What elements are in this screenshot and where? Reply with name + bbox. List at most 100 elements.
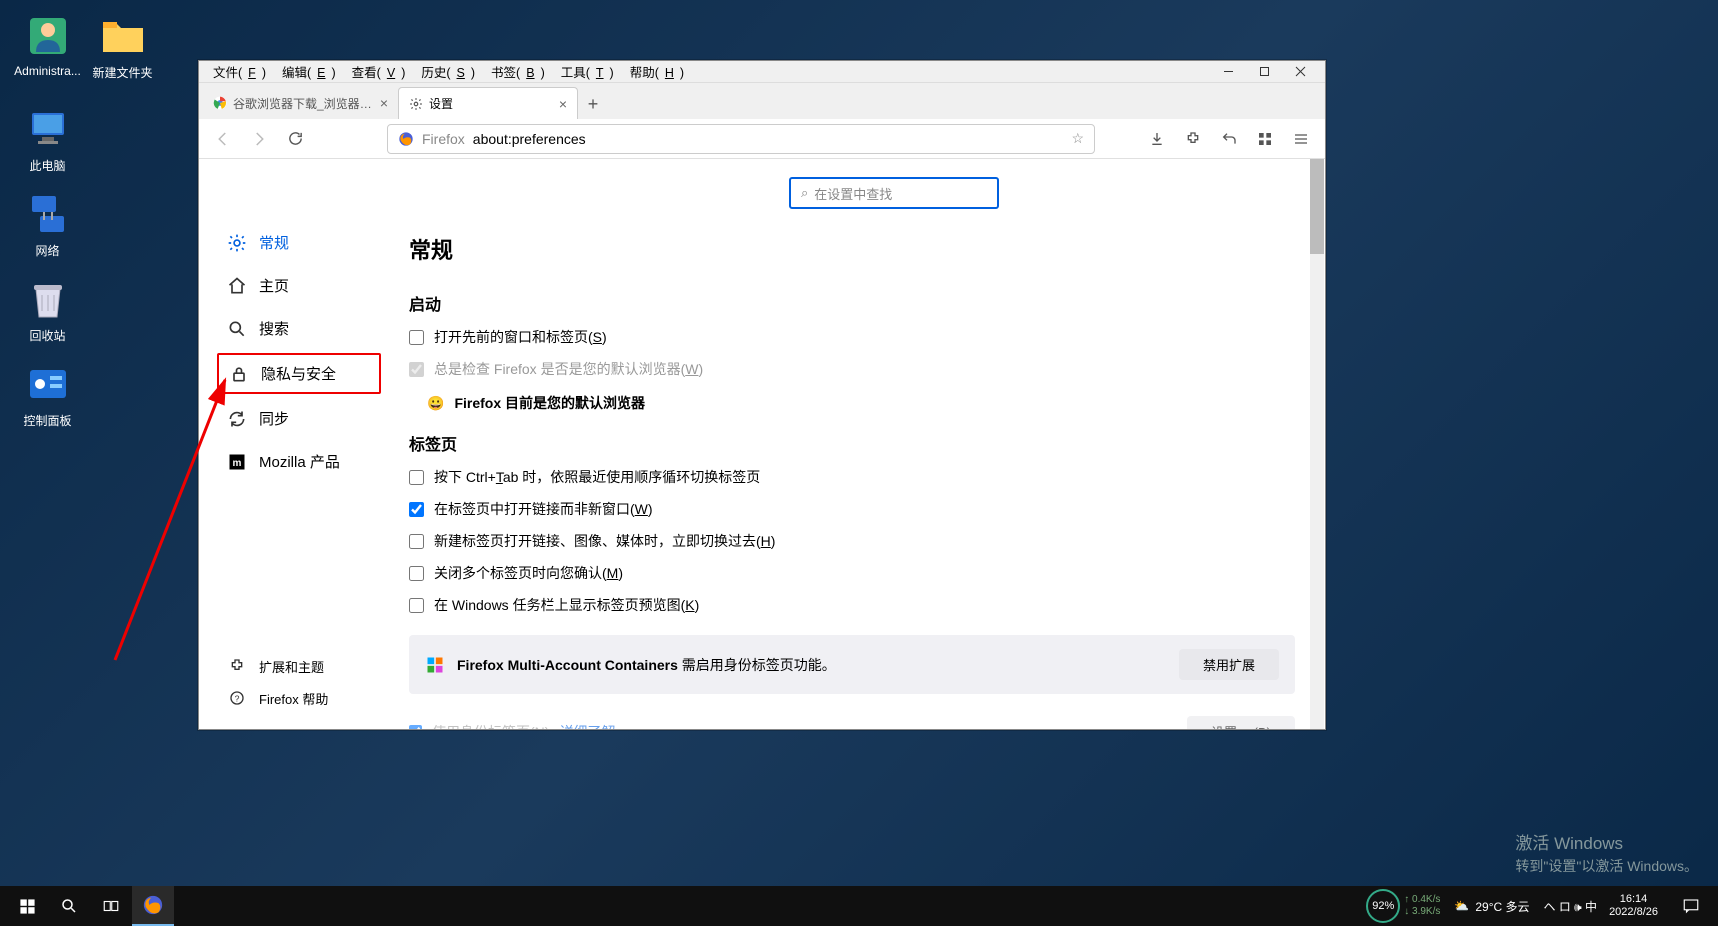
taskbar-firefox[interactable] xyxy=(132,886,174,926)
desktop-icon-network[interactable]: 网络 xyxy=(10,190,85,259)
urlbar-prefix: Firefox xyxy=(422,131,465,147)
menu-file[interactable]: 文件(F) xyxy=(207,60,272,83)
desktop-icon-this-pc[interactable]: 此电脑 xyxy=(10,105,85,174)
gear-icon xyxy=(409,97,423,111)
new-tab-button[interactable]: + xyxy=(578,89,608,119)
desktop-icon-label: Administra... xyxy=(14,64,81,78)
sidebar-item-label: 扩展和主题 xyxy=(259,657,324,676)
window-maximize-button[interactable] xyxy=(1247,62,1281,82)
learn-more-link[interactable]: 详细了解 xyxy=(559,722,615,730)
menu-tools[interactable]: 工具(T) xyxy=(555,60,620,83)
desktop-icon-label: 回收站 xyxy=(29,329,65,343)
url-bar[interactable]: Firefox about:preferences ☆ xyxy=(387,124,1095,154)
tab-close-icon[interactable]: × xyxy=(380,95,388,111)
task-view-button[interactable] xyxy=(90,886,132,926)
extension-notice: Firefox Multi-Account Containers 需启用身份标签… xyxy=(409,635,1295,694)
desktop-icon-label: 控制面板 xyxy=(23,414,71,428)
checkbox-open-links-tabs[interactable]: 在标签页中打开链接而非新窗口(W) xyxy=(409,499,1295,519)
sidebar-item-label: 主页 xyxy=(259,275,289,296)
search-placeholder: 在设置中查找 xyxy=(814,184,892,203)
sidebar-item-label: 隐私与安全 xyxy=(261,363,336,384)
windows-activation-watermark: 激活 Windows 转到"设置"以激活 Windows。 xyxy=(1515,829,1698,876)
menu-edit[interactable]: 编辑(E) xyxy=(276,60,342,83)
extension-name: Firefox Multi-Account Containers xyxy=(457,657,678,673)
menu-history[interactable]: 历史(S) xyxy=(415,60,481,83)
tab-settings[interactable]: 设置 × xyxy=(398,87,578,119)
extensions-button[interactable] xyxy=(1179,125,1207,153)
disable-extension-button[interactable]: 禁用扩展 xyxy=(1179,649,1279,680)
action-center-button[interactable] xyxy=(1670,886,1712,926)
sidebar-item-label: 同步 xyxy=(259,408,289,429)
menu-bookmarks[interactable]: 书签(B) xyxy=(485,60,551,83)
section-heading-startup: 启动 xyxy=(409,291,1295,315)
sidebar-item-extensions[interactable]: 扩展和主题 xyxy=(217,651,387,681)
truncated-label: 使用身份标签页(N) xyxy=(432,722,549,730)
desktop-icon-new-folder[interactable]: 新建文件夹 xyxy=(85,12,160,81)
checkbox-warn-close-multiple[interactable]: 关闭多个标签页时向您确认(M) xyxy=(409,563,1295,583)
search-icon: ⌕ xyxy=(801,185,808,201)
sidebar-item-sync[interactable]: 同步 xyxy=(217,400,381,437)
tab-chrome-download[interactable]: 谷歌浏览器下载_浏览器官网入口 × xyxy=(203,87,398,119)
checkbox-switch-new-tab[interactable]: 新建标签页打开链接、图像、媒体时，立即切换过去(H) xyxy=(409,531,1295,551)
forward-button[interactable] xyxy=(245,125,273,153)
apps-button[interactable] xyxy=(1251,125,1279,153)
menu-button[interactable] xyxy=(1287,125,1315,153)
mozilla-icon: m xyxy=(227,452,247,472)
checkbox-container-tabs[interactable] xyxy=(409,725,422,729)
taskbar-search-button[interactable] xyxy=(48,886,90,926)
sidebar-item-search[interactable]: 搜索 xyxy=(217,310,381,347)
tab-strip: 谷歌浏览器下载_浏览器官网入口 × 设置 × + xyxy=(199,83,1325,119)
help-icon: ? xyxy=(227,688,247,708)
svg-text:m: m xyxy=(233,458,242,469)
checkbox-taskbar-preview[interactable]: 在 Windows 任务栏上显示标签页预览图(K) xyxy=(409,595,1295,615)
settings-main[interactable]: ⌕ 在设置中查找 常规 启动 打开先前的窗口和标签页(S) 总是检查 Firef… xyxy=(399,159,1325,729)
traffic-gauge[interactable]: 92% xyxy=(1366,889,1400,923)
sync-icon xyxy=(227,409,247,429)
settings-sidebar: 常规 主页 搜索 隐私与安全 同步 xyxy=(199,159,399,729)
search-icon xyxy=(227,319,247,339)
reload-button[interactable] xyxy=(281,125,309,153)
taskbar-clock[interactable]: 16:14 2022/8/26 xyxy=(1601,893,1666,919)
network-speed: ↑ 0.4K/s ↓ 3.9K/s xyxy=(1404,894,1440,918)
window-close-button[interactable] xyxy=(1283,62,1317,82)
settings-button[interactable]: 设置… (B) xyxy=(1187,716,1295,729)
tab-close-icon[interactable]: × xyxy=(559,96,567,112)
checkbox-always-check-default[interactable]: 总是检查 Firefox 是否是您的默认浏览器(W) xyxy=(409,359,1295,379)
bookmark-star-icon[interactable]: ☆ xyxy=(1071,130,1084,147)
checkbox-ctrl-tab[interactable]: 按下 Ctrl+Tab 时，依照最近使用顺序循环切换标签页 xyxy=(409,467,1295,487)
menu-help[interactable]: 帮助(H) xyxy=(624,60,690,83)
taskbar: 92% ↑ 0.4K/s ↓ 3.9K/s ⛅ 29°C 多云 ヘ ロ 🕪 中 … xyxy=(0,886,1718,926)
tab-title: 设置 xyxy=(429,95,453,112)
default-browser-status: 😀 Firefox 目前是您的默认浏览器 xyxy=(427,393,1295,413)
desktop-icon-label: 网络 xyxy=(35,244,59,258)
urlbar-url: about:preferences xyxy=(473,131,586,147)
start-button[interactable] xyxy=(6,886,48,926)
toolbar: Firefox about:preferences ☆ xyxy=(199,119,1325,159)
weather-widget[interactable]: ⛅ 29°C 多云 xyxy=(1454,898,1529,915)
window-minimize-button[interactable] xyxy=(1211,62,1245,82)
back-button[interactable] xyxy=(209,125,237,153)
desktop-icon-control-panel[interactable]: 控制面板 xyxy=(10,360,85,429)
sidebar-item-label: 常规 xyxy=(259,232,289,253)
sidebar-item-label: Mozilla 产品 xyxy=(259,451,340,472)
desktop-icon-label: 此电脑 xyxy=(29,159,65,173)
account-button[interactable] xyxy=(1215,125,1243,153)
menu-view[interactable]: 查看(V) xyxy=(346,60,412,83)
sidebar-item-privacy[interactable]: 隐私与安全 xyxy=(217,353,381,394)
system-tray[interactable]: ヘ ロ 🕪 中 xyxy=(1544,898,1598,915)
sidebar-item-general[interactable]: 常规 xyxy=(217,224,381,261)
downloads-button[interactable] xyxy=(1143,125,1171,153)
sidebar-item-label: Firefox 帮助 xyxy=(259,689,328,708)
desktop-icon-administrator[interactable]: Administra... xyxy=(10,12,85,78)
sidebar-item-home[interactable]: 主页 xyxy=(217,267,381,304)
settings-search-input[interactable]: ⌕ 在设置中查找 xyxy=(789,177,999,209)
desktop-icon-label: 新建文件夹 xyxy=(92,66,152,80)
checkbox-restore-session[interactable]: 打开先前的窗口和标签页(S) xyxy=(409,327,1295,347)
scrollbar-thumb[interactable] xyxy=(1310,159,1324,254)
section-heading-tabs: 标签页 xyxy=(409,431,1295,455)
svg-text:?: ? xyxy=(235,693,240,703)
page-title: 常规 xyxy=(409,233,1295,265)
desktop-icon-recycle-bin[interactable]: 回收站 xyxy=(10,275,85,344)
sidebar-item-mozilla[interactable]: m Mozilla 产品 xyxy=(217,443,381,480)
sidebar-item-help[interactable]: ? Firefox 帮助 xyxy=(217,683,387,713)
